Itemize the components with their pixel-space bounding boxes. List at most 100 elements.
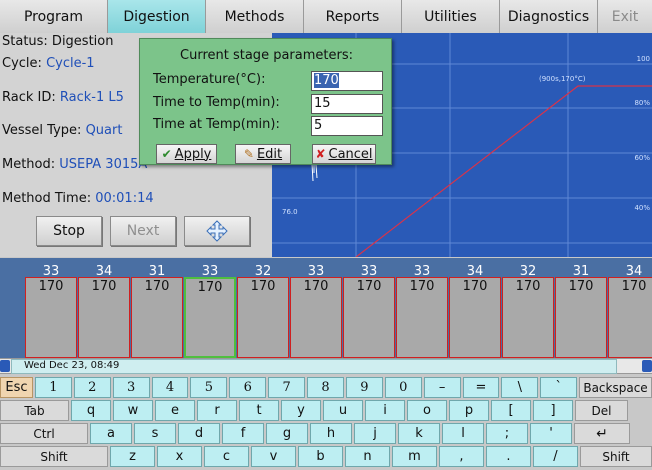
key-5[interactable]: 5: [190, 377, 228, 398]
key-equals[interactable]: =: [462, 377, 500, 398]
temperature-field[interactable]: 170: [311, 71, 383, 91]
key-b[interactable]: b: [298, 446, 343, 467]
key-period[interactable]: .: [486, 446, 531, 467]
vessel-box: 170: [449, 277, 501, 358]
dialog-title: Current stage parameters:: [180, 48, 353, 63]
menu-program[interactable]: Program: [0, 0, 108, 33]
key-minus[interactable]: –: [423, 377, 461, 398]
vessel-12[interactable]: 34 170: [608, 258, 652, 358]
vessel-11[interactable]: 31 170: [555, 258, 607, 358]
vessel-box-selected: 170: [184, 277, 236, 358]
vessel-5[interactable]: 32 170: [237, 258, 289, 358]
pencil-icon: ✎: [243, 147, 254, 161]
key-l[interactable]: l: [442, 423, 484, 444]
vessel-3[interactable]: 31 170: [131, 258, 183, 358]
key-8[interactable]: 8: [307, 377, 344, 398]
key-semicolon[interactable]: ;: [486, 423, 528, 444]
key-backtick[interactable]: `: [540, 377, 578, 398]
vessel-setpoint: 170: [356, 279, 382, 294]
stop-button[interactable]: Stop: [36, 216, 102, 246]
keyboard-row-3: Ctrl a s d f g h j k l ; ' ↵: [0, 423, 652, 444]
key-n[interactable]: n: [345, 446, 390, 467]
menu-reports[interactable]: Reports: [304, 0, 402, 33]
method-time-label: Method Time:: [2, 191, 92, 206]
key-del[interactable]: Del: [575, 400, 628, 421]
key-q[interactable]: q: [71, 400, 111, 421]
rack-label: Rack ID:: [2, 90, 56, 105]
key-7[interactable]: 7: [268, 377, 306, 398]
key-ctrl[interactable]: Ctrl: [0, 423, 88, 444]
key-h[interactable]: h: [310, 423, 352, 444]
temperature-value: 170: [314, 73, 339, 88]
key-slash[interactable]: /: [533, 446, 578, 467]
cancel-button[interactable]: ✘ Cancel: [312, 144, 376, 164]
key-right-bracket[interactable]: ]: [533, 400, 573, 421]
vessel-10[interactable]: 32 170: [502, 258, 554, 358]
ramp-time-field[interactable]: 15: [311, 94, 383, 114]
key-a[interactable]: a: [90, 423, 132, 444]
key-6[interactable]: 6: [229, 377, 267, 398]
key-k[interactable]: k: [398, 423, 440, 444]
key-c[interactable]: c: [204, 446, 249, 467]
app-icon: [0, 360, 10, 372]
key-left-bracket[interactable]: [: [491, 400, 531, 421]
key-d[interactable]: d: [178, 423, 220, 444]
key-g[interactable]: g: [266, 423, 308, 444]
vessel-value: Quart: [85, 123, 123, 138]
cycle-row: Cycle: Cycle-1: [2, 56, 95, 71]
vessel-2[interactable]: 34 170: [78, 258, 130, 358]
key-esc[interactable]: Esc: [0, 377, 33, 398]
checkmark-icon: ✔: [161, 147, 172, 161]
key-x[interactable]: x: [157, 446, 202, 467]
ramp-time-label: Time to Temp(min):: [153, 95, 280, 110]
key-s[interactable]: s: [134, 423, 176, 444]
key-w[interactable]: w: [113, 400, 153, 421]
key-backspace[interactable]: Backspace: [579, 377, 652, 398]
vessel-6[interactable]: 33 170: [290, 258, 342, 358]
key-tab[interactable]: Tab: [0, 400, 69, 421]
menu-digestion[interactable]: Digestion: [108, 0, 206, 33]
key-0[interactable]: 0: [384, 377, 422, 398]
hold-time-field[interactable]: 5: [311, 116, 383, 136]
y-tick-right: 40%: [634, 204, 650, 212]
key-enter[interactable]: ↵: [574, 423, 630, 444]
key-t[interactable]: t: [239, 400, 279, 421]
key-1[interactable]: 1: [34, 377, 72, 398]
vessel-setpoint: 170: [38, 279, 64, 294]
key-v[interactable]: v: [251, 446, 296, 467]
key-o[interactable]: o: [407, 400, 447, 421]
menu-utilities[interactable]: Utilities: [402, 0, 500, 33]
key-m[interactable]: m: [392, 446, 437, 467]
menu-diagnostics[interactable]: Diagnostics: [500, 0, 598, 33]
edit-button[interactable]: ✎ Edit: [235, 144, 291, 164]
vessel-9[interactable]: 34 170: [449, 258, 501, 358]
key-r[interactable]: r: [197, 400, 237, 421]
key-z[interactable]: z: [110, 446, 155, 467]
key-e[interactable]: e: [155, 400, 195, 421]
apply-button[interactable]: ✔ Apply: [156, 144, 217, 164]
key-f[interactable]: f: [222, 423, 264, 444]
key-comma[interactable]: ,: [439, 446, 484, 467]
key-shift-left[interactable]: Shift: [0, 446, 108, 467]
key-j[interactable]: j: [354, 423, 396, 444]
vessel-1[interactable]: 33 170: [25, 258, 77, 358]
vessel-7[interactable]: 33 170: [343, 258, 395, 358]
vessel-8[interactable]: 33 170: [396, 258, 448, 358]
key-i[interactable]: i: [365, 400, 405, 421]
vessel-4[interactable]: 33 170: [184, 258, 236, 358]
key-3[interactable]: 3: [112, 377, 150, 398]
key-u[interactable]: u: [323, 400, 363, 421]
key-y[interactable]: y: [281, 400, 321, 421]
key-4[interactable]: 4: [151, 377, 189, 398]
key-9[interactable]: 9: [345, 377, 383, 398]
key-p[interactable]: p: [449, 400, 489, 421]
keyboard-row-2: Tab q w e r t y u i o p [ ] Del: [0, 400, 652, 421]
y-tick-left: 76.0: [282, 208, 298, 216]
key-shift-right[interactable]: Shift: [580, 446, 652, 467]
menu-methods[interactable]: Methods: [206, 0, 304, 33]
method-time-value: 00:01:14: [95, 191, 154, 206]
key-2[interactable]: 2: [73, 377, 111, 398]
move-button[interactable]: [184, 216, 250, 246]
key-quote[interactable]: ': [530, 423, 572, 444]
key-backslash[interactable]: \: [501, 377, 539, 398]
